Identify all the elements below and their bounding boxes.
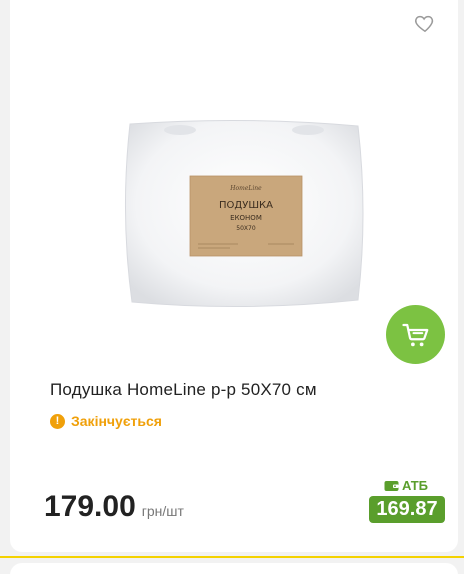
- package-name: ПОДУШКА: [219, 200, 273, 211]
- price-unit: грн/шт: [141, 503, 184, 519]
- stock-status-text: Закінчується: [71, 413, 162, 429]
- favorite-button[interactable]: [414, 12, 436, 34]
- next-product-card[interactable]: [10, 563, 458, 574]
- package-size: 50Х70: [236, 225, 256, 232]
- regular-price: 179.00: [44, 490, 136, 523]
- stock-status: ! Закінчується: [50, 413, 162, 429]
- store-label: АТБ: [384, 478, 428, 493]
- product-title[interactable]: Подушка HomeLine р-р 50Х70 см: [50, 380, 317, 400]
- heart-icon: [415, 15, 434, 33]
- package-brand: HomeLine: [229, 185, 262, 192]
- package-type: ЕКОНОМ: [230, 214, 262, 222]
- cart-icon: [401, 323, 428, 346]
- store-price: 169.87: [369, 496, 445, 523]
- next-card-divider: [0, 556, 464, 558]
- price-block: 179.00 грн/шт: [44, 490, 184, 524]
- wallet-icon: [384, 480, 399, 491]
- product-card[interactable]: HomeLine ПОДУШКА ЕКОНОМ 50Х70 Подушка Ho…: [10, 0, 458, 552]
- product-image[interactable]: HomeLine ПОДУШКА ЕКОНОМ 50Х70: [118, 118, 370, 310]
- pillow-package: HomeLine ПОДУШКА ЕКОНОМ 50Х70: [124, 119, 364, 308]
- exclamation-icon: !: [50, 413, 65, 429]
- store-label-text: АТБ: [402, 478, 429, 493]
- add-to-cart-button[interactable]: [386, 305, 445, 364]
